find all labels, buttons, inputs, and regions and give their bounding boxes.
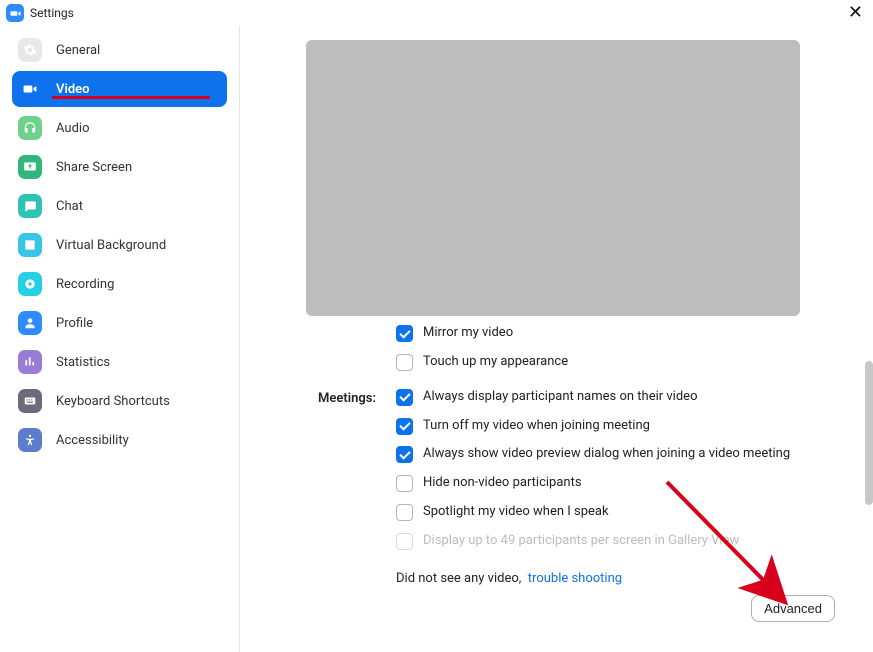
sidebar-item-label: Share Screen bbox=[56, 160, 132, 175]
app-icon bbox=[6, 4, 24, 22]
sidebar-item-recording[interactable]: Recording bbox=[12, 266, 227, 302]
sidebar-item-virtual-background[interactable]: Virtual Background bbox=[12, 227, 227, 263]
opt-display-names[interactable]: Always display participant names on thei… bbox=[396, 388, 790, 407]
sidebar-item-label: Accessibility bbox=[56, 433, 129, 448]
advanced-button[interactable]: Advanced bbox=[751, 595, 835, 622]
annotation-underline bbox=[52, 96, 210, 99]
sidebar-item-label: General bbox=[56, 43, 100, 58]
opt-hide-nonvideo[interactable]: Hide non-video participants bbox=[396, 474, 790, 493]
titlebar: Settings ✕ bbox=[0, 0, 873, 26]
close-icon[interactable]: ✕ bbox=[848, 4, 863, 22]
troubleshooting-link[interactable]: trouble shooting bbox=[528, 571, 622, 586]
share-screen-icon bbox=[18, 155, 42, 179]
virtual-background-icon bbox=[18, 233, 42, 257]
sidebar-item-statistics[interactable]: Statistics bbox=[12, 344, 227, 380]
sidebar-item-audio[interactable]: Audio bbox=[12, 110, 227, 146]
content: General Video Audio Share Screen Chat bbox=[0, 26, 873, 652]
gear-icon bbox=[18, 38, 42, 62]
sidebar-item-general[interactable]: General bbox=[12, 32, 227, 68]
opt-touch-up-appearance[interactable]: Touch up my appearance bbox=[396, 353, 568, 372]
sidebar-item-label: Profile bbox=[56, 316, 93, 331]
scrollbar-thumb[interactable] bbox=[865, 361, 873, 505]
checkbox[interactable] bbox=[396, 354, 413, 371]
opt-mirror-my-video[interactable]: Mirror my video bbox=[396, 324, 568, 343]
checkbox[interactable] bbox=[396, 418, 413, 435]
main-panel: Mirror my video Touch up my appearance M… bbox=[240, 26, 873, 652]
opt-spotlight[interactable]: Spotlight my video when I speak bbox=[396, 503, 790, 522]
sidebar-item-label: Chat bbox=[56, 199, 83, 214]
window-title: Settings bbox=[30, 6, 74, 20]
meetings-group: Meetings: Always display participant nam… bbox=[306, 388, 855, 551]
opt-label: Hide non-video participants bbox=[423, 474, 582, 493]
sidebar-item-profile[interactable]: Profile bbox=[12, 305, 227, 341]
sidebar-item-label: Video bbox=[56, 82, 90, 97]
opt-label: Turn off my video when joining meeting bbox=[423, 417, 650, 436]
checkbox bbox=[396, 533, 413, 550]
video-preview bbox=[306, 40, 800, 316]
titlebar-left: Settings bbox=[6, 4, 74, 22]
checkbox[interactable] bbox=[396, 504, 413, 521]
opt-label: Mirror my video bbox=[423, 324, 513, 343]
sidebar-item-label: Recording bbox=[56, 277, 114, 292]
sidebar: General Video Audio Share Screen Chat bbox=[0, 26, 240, 652]
sidebar-item-label: Virtual Background bbox=[56, 238, 166, 253]
opt-label: Display up to 49 participants per screen… bbox=[423, 532, 739, 551]
video-icon bbox=[18, 77, 42, 101]
statistics-icon bbox=[18, 350, 42, 374]
checkbox[interactable] bbox=[396, 389, 413, 406]
sidebar-item-chat[interactable]: Chat bbox=[12, 188, 227, 224]
keyboard-icon bbox=[18, 389, 42, 413]
sidebar-item-label: Statistics bbox=[56, 355, 110, 370]
opt-turn-off-join[interactable]: Turn off my video when joining meeting bbox=[396, 417, 790, 436]
opt-label: Spotlight my video when I speak bbox=[423, 503, 609, 522]
opt-label: Always show video preview dialog when jo… bbox=[423, 445, 790, 464]
opt-gallery-49: Display up to 49 participants per screen… bbox=[396, 532, 790, 551]
headphones-icon bbox=[18, 116, 42, 140]
group-label: Meetings: bbox=[306, 388, 396, 551]
checkbox[interactable] bbox=[396, 446, 413, 463]
sidebar-item-share-screen[interactable]: Share Screen bbox=[12, 149, 227, 185]
sidebar-item-label: Audio bbox=[56, 121, 89, 136]
opt-show-preview[interactable]: Always show video preview dialog when jo… bbox=[396, 445, 790, 464]
profile-icon bbox=[18, 311, 42, 335]
no-video-text: Did not see any video, bbox=[396, 571, 521, 586]
checkbox[interactable] bbox=[396, 325, 413, 342]
group-label bbox=[306, 324, 396, 372]
opt-label: Touch up my appearance bbox=[423, 353, 568, 372]
no-video-row: Did not see any video, trouble shooting bbox=[396, 571, 855, 586]
opt-label: Always display participant names on thei… bbox=[423, 388, 697, 407]
accessibility-icon bbox=[18, 428, 42, 452]
sidebar-item-label: Keyboard Shortcuts bbox=[56, 394, 170, 409]
checkbox[interactable] bbox=[396, 475, 413, 492]
chat-icon bbox=[18, 194, 42, 218]
recording-icon bbox=[18, 272, 42, 296]
sidebar-item-keyboard-shortcuts[interactable]: Keyboard Shortcuts bbox=[12, 383, 227, 419]
sidebar-item-video[interactable]: Video bbox=[12, 71, 227, 107]
sidebar-item-accessibility[interactable]: Accessibility bbox=[12, 422, 227, 458]
my-video-group: Mirror my video Touch up my appearance bbox=[306, 324, 855, 372]
